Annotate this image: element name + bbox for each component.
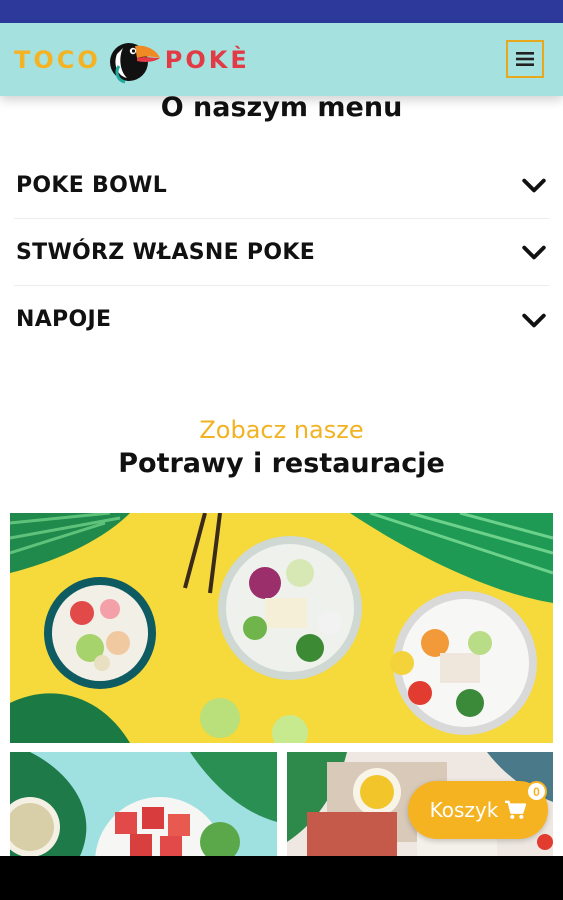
accordion-label: POKE BOWL <box>16 172 168 198</box>
gallery-hero-image[interactable] <box>10 513 553 743</box>
accordion-item-napoje[interactable]: NAPOJE <box>14 286 549 353</box>
hamburger-menu-button[interactable] <box>506 40 544 78</box>
status-bar <box>0 0 563 23</box>
chevron-down-icon <box>522 178 546 193</box>
accordion-item-poke-bowl[interactable]: POKE BOWL <box>14 152 549 219</box>
accordion-item-stworz-wlasne-poke[interactable]: STWÓRZ WŁASNE POKE <box>14 219 549 286</box>
cart-icon <box>505 800 527 819</box>
toucan-logo-icon <box>109 43 160 84</box>
system-nav-bar <box>0 856 563 900</box>
menu-accordion: POKE BOWL STWÓRZ WŁASNE POKE NAPOJE <box>14 152 549 353</box>
chevron-down-icon <box>522 313 546 327</box>
brand-logo[interactable]: TOCO POKÈ <box>14 37 250 84</box>
accordion-label: NAPOJE <box>16 307 112 332</box>
gallery-title: Potrawy i restauracje <box>118 448 445 479</box>
cart-label: Koszyk <box>429 798 499 822</box>
gallery-subtitle: Zobacz nasze <box>199 416 364 444</box>
gallery-tile-left[interactable] <box>10 752 277 856</box>
site-header: TOCO POKÈ <box>0 23 563 96</box>
cart-count-badge: 0 <box>526 781 547 802</box>
brand-name-right: POKÈ <box>164 46 250 74</box>
menu-section-title: O naszym menu <box>160 92 403 123</box>
accordion-label: STWÓRZ WŁASNE POKE <box>16 239 316 265</box>
poke-bowl-photo <box>10 752 277 856</box>
chevron-down-icon <box>522 245 546 260</box>
brand-name-left: TOCO <box>14 46 101 74</box>
hamburger-icon <box>516 52 534 66</box>
poke-bowls-photo <box>10 513 553 743</box>
